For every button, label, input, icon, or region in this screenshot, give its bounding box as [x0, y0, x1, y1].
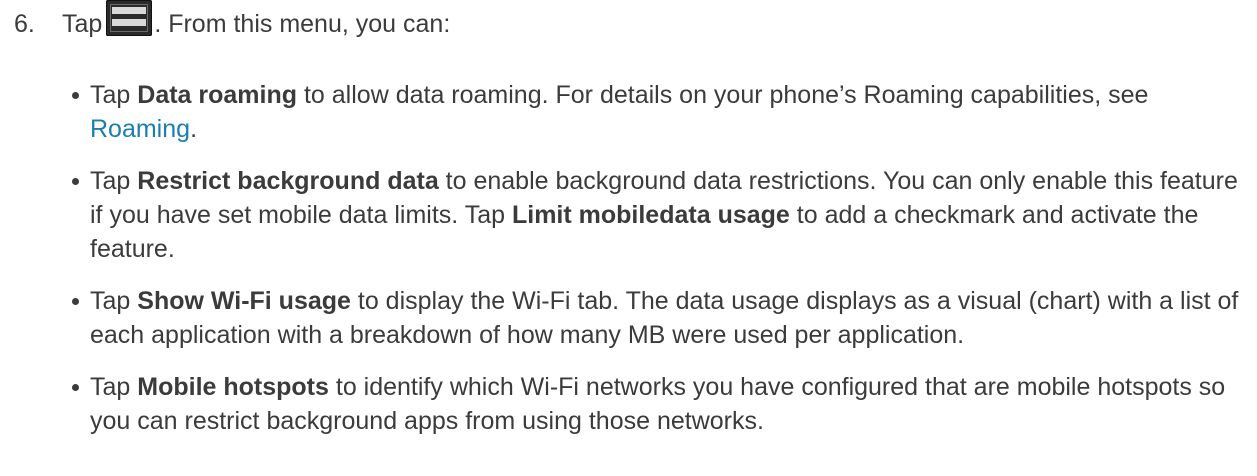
- mobile-hotspots-term: Mobile hotspots: [137, 373, 329, 401]
- show-wifi-usage-term: Show Wi-Fi usage: [137, 287, 351, 315]
- bullet-icon: [72, 298, 79, 305]
- list-item-restrict-background-data: Tap Restrict background data to enable b…: [72, 164, 1252, 266]
- bullet-icon: [72, 178, 79, 185]
- menu-options-list: Tap Data roaming to allow data roaming. …: [72, 78, 1252, 456]
- step-number: 6.: [14, 10, 35, 38]
- bullet-icon: [72, 92, 79, 99]
- list-item-show-wifi-usage: Tap Show Wi-Fi usage to display the Wi-F…: [72, 284, 1252, 352]
- restrict-background-data-term: Restrict background data: [137, 167, 439, 195]
- menu-icon: [106, 0, 153, 36]
- data-roaming-term: Data roaming: [137, 81, 298, 109]
- list-item-data-roaming: Tap Data roaming to allow data roaming. …: [72, 78, 1252, 146]
- limit-mobile-data-usage-term: Limit mobiledata usage: [511, 201, 790, 229]
- step-6: 6. Tap . From this menu, you can:: [14, 0, 451, 42]
- step-lead-text: Tap: [62, 10, 103, 38]
- roaming-link[interactable]: Roaming: [90, 115, 190, 143]
- bullet-icon: [72, 384, 79, 391]
- step-after-text: . From this menu, you can:: [154, 10, 451, 38]
- document-page: 6. Tap . From this menu, you can: Tap Da…: [0, 0, 1257, 476]
- list-item-mobile-hotspots: Tap Mobile hotspots to identify which Wi…: [72, 370, 1252, 438]
